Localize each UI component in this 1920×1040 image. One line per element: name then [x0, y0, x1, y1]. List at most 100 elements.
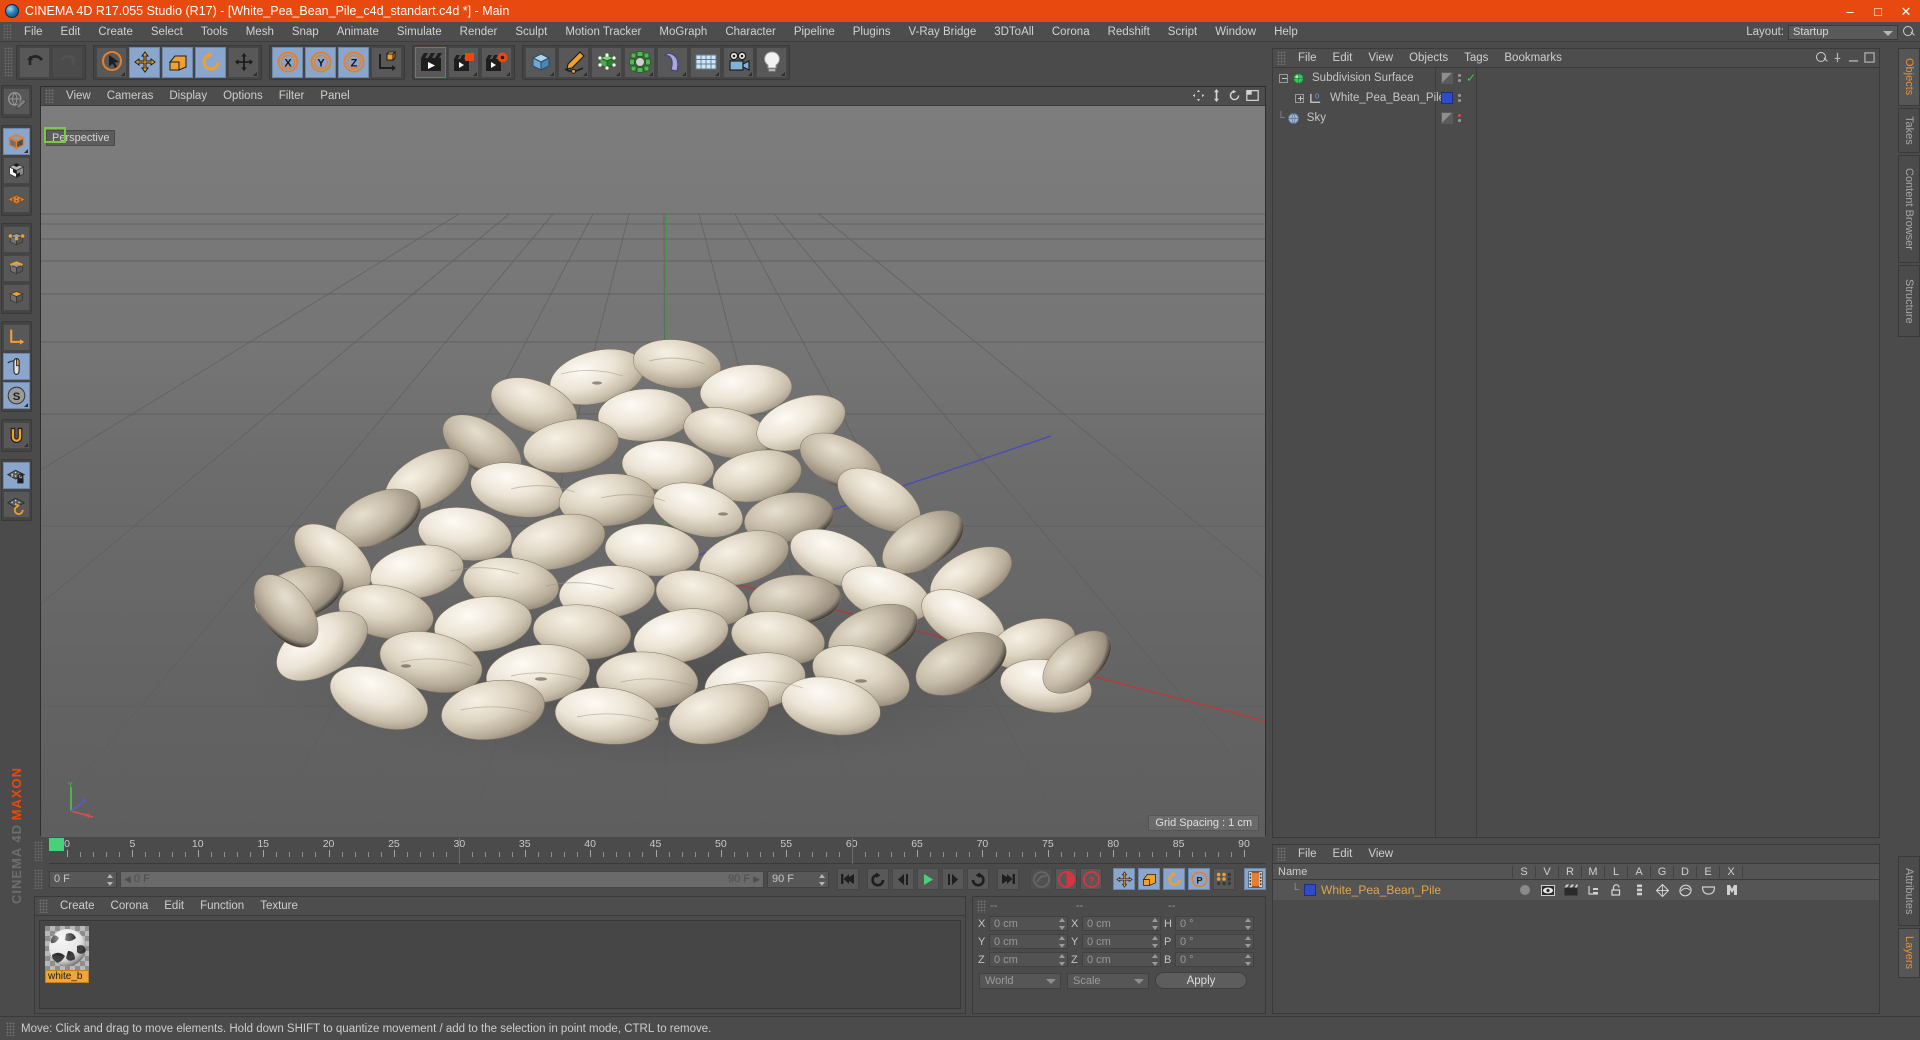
object-menu-view[interactable]: View — [1360, 49, 1401, 68]
menu-item-3dtoall[interactable]: 3DToAll — [985, 22, 1043, 42]
material-name[interactable]: white_b — [45, 970, 89, 983]
size-field-y[interactable]: 0 cm — [1082, 934, 1161, 949]
move-icon[interactable] — [129, 46, 160, 78]
model-mode-icon[interactable] — [2, 128, 30, 155]
tab-layers[interactable]: Layers — [1898, 928, 1920, 978]
layer-column-s[interactable]: S — [1513, 865, 1536, 878]
search-icon[interactable] — [1815, 51, 1827, 63]
viewport-solo-icon[interactable] — [2, 353, 30, 380]
menu-item-tools[interactable]: Tools — [192, 22, 237, 42]
key-parameter-icon[interactable]: P — [1188, 868, 1210, 890]
keyframe-selection-icon[interactable]: ? — [1080, 868, 1102, 890]
menu-item-script[interactable]: Script — [1159, 22, 1206, 42]
spinner-icon[interactable] — [107, 873, 113, 886]
viewport-menu-grip[interactable] — [45, 89, 54, 103]
timeline-grip[interactable] — [34, 841, 43, 861]
dots-handle-icon[interactable] — [1458, 92, 1461, 105]
key-scale-icon[interactable] — [1138, 868, 1160, 890]
time-range-slider[interactable]: ◀ 0 F 90 F ▶ — [120, 870, 764, 888]
rotate-view-icon[interactable] — [1228, 89, 1241, 102]
step-back-icon[interactable] — [892, 868, 914, 890]
select-live-icon[interactable] — [96, 46, 127, 78]
animation-icon[interactable] — [1628, 884, 1651, 896]
nurbs-generator-icon[interactable] — [591, 46, 622, 78]
object-row[interactable]: └ Sky — [1273, 108, 1879, 128]
maximize-button[interactable]: □ — [1864, 0, 1892, 22]
texture-mode-icon[interactable] — [2, 157, 30, 184]
camera-icon[interactable] — [723, 46, 754, 78]
spinner-icon[interactable] — [1245, 918, 1251, 930]
menubar-grip[interactable] — [3, 23, 12, 40]
layer-column-d[interactable]: D — [1674, 865, 1697, 878]
menu-item-edit[interactable]: Edit — [52, 22, 90, 42]
object-row[interactable]: Subdivision Surface ✓ — [1273, 68, 1879, 88]
scale-icon[interactable] — [162, 46, 193, 78]
coordinate-system-dropdown[interactable]: World — [979, 972, 1061, 989]
edge-mode-icon[interactable] — [2, 255, 30, 282]
menu-item-pipeline[interactable]: Pipeline — [785, 22, 844, 42]
object-name[interactable]: Subdivision Surface — [1312, 72, 1414, 84]
layer-menu-file[interactable]: File — [1290, 845, 1325, 864]
size-field-x[interactable]: 0 cm — [1082, 916, 1161, 931]
manager-icon[interactable] — [1582, 885, 1605, 896]
array-modeling-icon[interactable] — [624, 46, 655, 78]
previous-keyframe-icon[interactable] — [867, 868, 889, 890]
floor-environment-icon[interactable] — [690, 46, 721, 78]
layer-color-tag[interactable] — [1441, 92, 1453, 104]
object-row[interactable]: 0 White_Pea_Bean_Pile — [1273, 88, 1879, 108]
visibility-toggle-icon[interactable] — [1441, 112, 1453, 124]
workplane-lock-icon[interactable] — [2, 462, 30, 489]
enable-snap-icon[interactable]: S — [2, 382, 30, 409]
magnet-tool-icon[interactable] — [2, 422, 30, 449]
layout-dropdown[interactable]: Startup — [1788, 24, 1898, 40]
viewport-menu-panel[interactable]: Panel — [312, 87, 357, 106]
size-field-z[interactable]: 0 cm — [1082, 952, 1161, 967]
menu-item-motion-tracker[interactable]: Motion Tracker — [556, 22, 650, 42]
maximize-view-icon[interactable] — [1246, 89, 1259, 102]
render-icon[interactable] — [1559, 884, 1582, 896]
timeline-filmstrip-icon[interactable] — [1244, 868, 1266, 890]
light-icon[interactable] — [756, 46, 787, 78]
axis-y-icon[interactable]: Y — [305, 46, 336, 78]
spinner-icon[interactable] — [819, 873, 825, 886]
end-frame-field[interactable]: 90 F — [767, 870, 829, 888]
layer-menu-edit[interactable]: Edit — [1325, 845, 1361, 864]
viewport-menu-options[interactable]: Options — [215, 87, 271, 106]
polygon-mode-icon[interactable] — [2, 284, 30, 311]
menu-item-create[interactable]: Create — [89, 22, 142, 42]
menu-item-window[interactable]: Window — [1206, 22, 1265, 42]
spinner-icon[interactable] — [1059, 918, 1065, 930]
go-to-end-icon[interactable] — [997, 868, 1019, 890]
minimize-icon[interactable] — [1848, 52, 1859, 63]
material-menu-function[interactable]: Function — [192, 897, 252, 916]
key-position-icon[interactable] — [1113, 868, 1135, 890]
position-field-x[interactable]: 0 cm — [989, 916, 1068, 931]
layer-menu-view[interactable]: View — [1360, 845, 1401, 864]
deformer-bend-icon[interactable] — [657, 46, 688, 78]
layer-column-g[interactable]: G — [1651, 865, 1674, 878]
object-menu-edit[interactable]: Edit — [1325, 49, 1361, 68]
tab-content-browser[interactable]: Content Browser — [1898, 155, 1920, 263]
viewport-canvas[interactable]: Perspective Grid Spacing : 1 cm Y Z X — [41, 106, 1265, 837]
menu-item-select[interactable]: Select — [142, 22, 192, 42]
layer-column-x[interactable]: X — [1720, 865, 1743, 878]
menu-item-simulate[interactable]: Simulate — [388, 22, 451, 42]
viewport-menu-filter[interactable]: Filter — [271, 87, 313, 106]
search-icon[interactable] — [1902, 25, 1916, 39]
material-menu-create[interactable]: Create — [52, 897, 103, 916]
object-tree[interactable]: Subdivision Surface ✓ 0 White_Pea_Bean_Pile… — [1273, 68, 1879, 837]
timeline-playhead[interactable] — [459, 838, 461, 864]
material-item[interactable]: white_b — [45, 926, 89, 983]
close-button[interactable]: ✕ — [1892, 0, 1920, 22]
menu-item-sculpt[interactable]: Sculpt — [506, 22, 556, 42]
render-settings-icon[interactable] — [481, 46, 512, 78]
spline-pen-icon[interactable] — [558, 46, 589, 78]
layer-column-m[interactable]: M — [1582, 865, 1605, 878]
spinner-icon[interactable] — [1152, 954, 1158, 966]
layer-column-r[interactable]: R — [1559, 865, 1582, 878]
transport-grip[interactable] — [34, 869, 43, 889]
axis-x-icon[interactable]: X — [272, 46, 303, 78]
menu-item-snap[interactable]: Snap — [283, 22, 328, 42]
viewport-menu-cameras[interactable]: Cameras — [99, 87, 162, 106]
lock-icon[interactable] — [1605, 884, 1628, 896]
